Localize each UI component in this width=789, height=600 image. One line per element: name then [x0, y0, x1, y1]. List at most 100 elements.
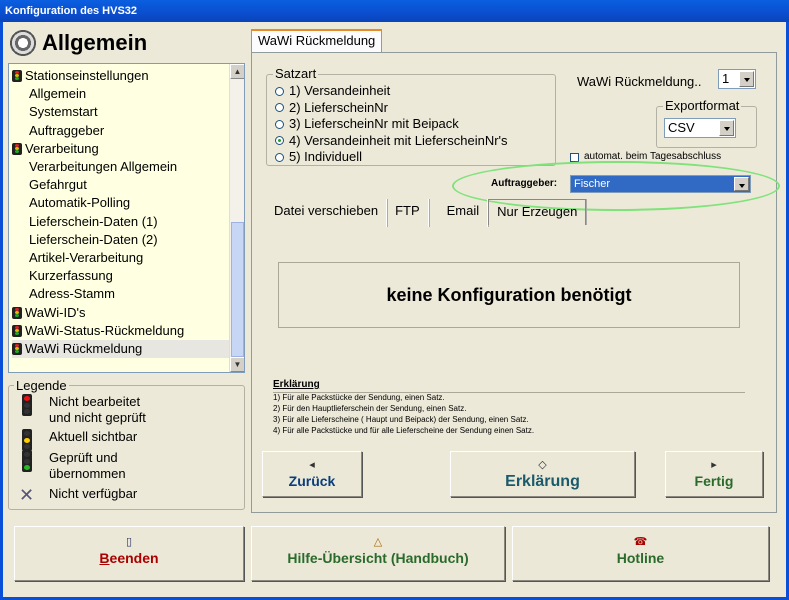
- tree-item[interactable]: Adress-Stamm: [29, 285, 115, 303]
- traffic-light-icon: [12, 306, 22, 319]
- satzart-option-label: 1) Versandeinheit: [289, 83, 391, 98]
- back-arrow-icon: ◂: [309, 459, 315, 471]
- wawi-rueckmeldung-label: WaWi Rückmeldung..: [577, 74, 702, 89]
- chevron-down-icon[interactable]: [739, 71, 754, 87]
- wawi-rueckmeldung-select[interactable]: 1: [718, 69, 756, 89]
- exportformat-select[interactable]: CSV: [664, 118, 736, 138]
- tree-item-label: Adress-Stamm: [29, 286, 115, 302]
- radio-button[interactable]: [275, 136, 284, 145]
- page-title: Allgemein: [42, 30, 148, 55]
- legend-item-unavailable: ✕ Nicht verfügbar: [19, 486, 137, 508]
- tree-item[interactable]: Lieferschein-Daten (2): [29, 231, 158, 249]
- explain-button[interactable]: ◇ Erklärung: [450, 451, 635, 497]
- hotline-button-label: Hotline: [616, 550, 665, 566]
- traffic-light-icon: [12, 142, 22, 155]
- tree-item-label: Artikel-Verarbeitung: [29, 250, 144, 265]
- back-button[interactable]: ◂ Zurück: [262, 451, 362, 497]
- tree-item-label: WaWi Rückmeldung: [25, 341, 143, 356]
- scroll-thumb[interactable]: [231, 222, 244, 357]
- legend-label: und nicht geprüft: [49, 410, 146, 425]
- navigation-tree[interactable]: Stationseinstellungen Allgemein Systemstar…: [8, 63, 245, 373]
- tagesabschluss-checkbox[interactable]: [570, 153, 579, 162]
- tree-item-label: Allgemein: [29, 86, 87, 102]
- tree-item-label: Verarbeitung: [25, 140, 99, 156]
- traffic-light-red-icon: [19, 394, 35, 416]
- tree-item[interactable]: Stationseinstellungen: [12, 67, 149, 85]
- tree-item[interactable]: Kurzerfassung: [29, 267, 113, 285]
- info-box: keine Konfiguration benötigt: [278, 262, 740, 328]
- scroll-up-icon[interactable]: ▲: [230, 64, 244, 79]
- tree-item-label: Lieferschein-Daten (2): [29, 231, 158, 247]
- exportformat-group: Exportformat CSV: [656, 98, 757, 148]
- info-text: keine Konfiguration benötigt: [386, 284, 632, 305]
- radio-button[interactable]: [275, 152, 284, 162]
- tree-item[interactable]: Automatik-Polling: [29, 194, 130, 212]
- exportformat-label: Exportformat: [663, 98, 742, 113]
- satzart-option[interactable]: 2) LieferscheinNr: [275, 100, 388, 116]
- satzart-label: Satzart: [273, 66, 319, 81]
- tab-datei-verschieben[interactable]: Datei verschieben: [266, 199, 388, 227]
- tree-item[interactable]: Lieferschein-Daten (1): [29, 213, 158, 231]
- legend-label: Nicht verfügbar: [49, 486, 138, 501]
- radio-button[interactable]: [275, 86, 284, 96]
- explanation-title: Erklärung: [273, 379, 320, 390]
- traffic-light-icon: [12, 70, 22, 82]
- tree-item-label: Kurzerfassung: [29, 268, 113, 284]
- tab-email[interactable]: Email: [429, 199, 489, 227]
- legend-group: Legende Nicht bearbeitet und nicht geprüf…: [8, 378, 245, 510]
- book-icon: ◇: [538, 459, 547, 471]
- tree-item-label: WaWi-Status-Rückmeldung: [25, 322, 185, 338]
- done-button[interactable]: ▸ Fertig: [665, 451, 763, 497]
- tree-item[interactable]: Allgemein: [29, 85, 86, 103]
- tree-item[interactable]: Systemstart: [29, 103, 98, 121]
- traffic-light-icon: [12, 343, 22, 355]
- tree-item[interactable]: Gefahrgut: [29, 176, 87, 194]
- page-header: Allgemein: [8, 28, 147, 58]
- satzart-option[interactable]: 5) Individuell: [275, 149, 362, 165]
- satzart-group: Satzart 1) Versandeinheit 2) Lieferschein…: [266, 66, 556, 166]
- radio-button[interactable]: [275, 119, 284, 129]
- legend-item-checked: Geprüft und übernommen: [19, 450, 126, 482]
- gear-icon: [8, 28, 38, 58]
- explanation-line: 4) Für alle Packstücke und für alle Lief…: [273, 426, 535, 435]
- tree-item[interactable]: Verarbeitung: [12, 140, 99, 158]
- forward-arrow-icon: ▸: [711, 459, 717, 471]
- help-button[interactable]: △ Hilfe-Übersicht (Handbuch): [251, 526, 505, 581]
- tree-item-label: Verarbeitungen Allgemein: [29, 159, 178, 174]
- traffic-light-green-icon: [19, 450, 35, 472]
- tree-item[interactable]: WaWi-ID's: [12, 304, 86, 322]
- tree-item[interactable]: Verarbeitungen Allgemein: [29, 158, 177, 176]
- tab-nur-erzeugen[interactable]: Nur Erzeugen: [488, 199, 587, 225]
- tree-item[interactable]: Auftraggeber: [29, 122, 104, 140]
- satzart-option[interactable]: 1) Versandeinheit: [275, 83, 390, 99]
- help-bell-icon: △: [373, 536, 383, 548]
- phone-icon: ☎: [633, 536, 648, 548]
- legend-item-visible: Aktuell sichtbar: [19, 429, 137, 451]
- legend-item-unprocessed: Nicht bearbeitet und nicht geprüft: [19, 394, 146, 426]
- tab-ftp[interactable]: FTP: [387, 199, 429, 227]
- tree-item-label: Gefahrgut: [29, 177, 87, 193]
- tab-wawi-rueckmeldung[interactable]: WaWi Rückmeldung: [251, 29, 383, 52]
- legend-label: Geprüft und: [49, 450, 118, 465]
- radio-button[interactable]: [275, 103, 284, 112]
- scroll-down-icon[interactable]: ▼: [230, 357, 244, 372]
- satzart-option[interactable]: 4) Versandeinheit mit LieferscheinNr's: [275, 133, 508, 149]
- tree-item[interactable]: Artikel-Verarbeitung: [29, 249, 143, 267]
- tree-scrollbar[interactable]: ▲ ▼: [229, 64, 244, 372]
- legend-label: Aktuell sichtbar: [49, 429, 138, 444]
- explanation-line: 1) Für alle Packstücke der Sendung, eine…: [273, 393, 445, 402]
- satzart-option[interactable]: 3) LieferscheinNr mit Beipack: [275, 116, 459, 132]
- tree-item[interactable]: WaWi Rückmeldung: [12, 340, 229, 358]
- legend-label: Nicht bearbeitet: [49, 394, 141, 409]
- tree-item[interactable]: WaWi-Status-Rückmeldung: [12, 322, 184, 340]
- quit-button[interactable]: ▯ Beenden: [14, 526, 244, 581]
- tree-item-label: Lieferschein-Daten (1): [29, 213, 158, 229]
- legend-title: Legende: [14, 378, 69, 393]
- wawi-rueckmeldung-value: 1: [722, 71, 730, 86]
- back-button-label: Zurück: [288, 473, 336, 489]
- exportformat-value: CSV: [668, 120, 695, 135]
- help-button-label: Hilfe-Übersicht (Handbuch): [287, 550, 469, 566]
- quit-button-label: eenden: [109, 550, 159, 566]
- chevron-down-icon[interactable]: [719, 120, 734, 136]
- hotline-button[interactable]: ☎ Hotline: [512, 526, 769, 581]
